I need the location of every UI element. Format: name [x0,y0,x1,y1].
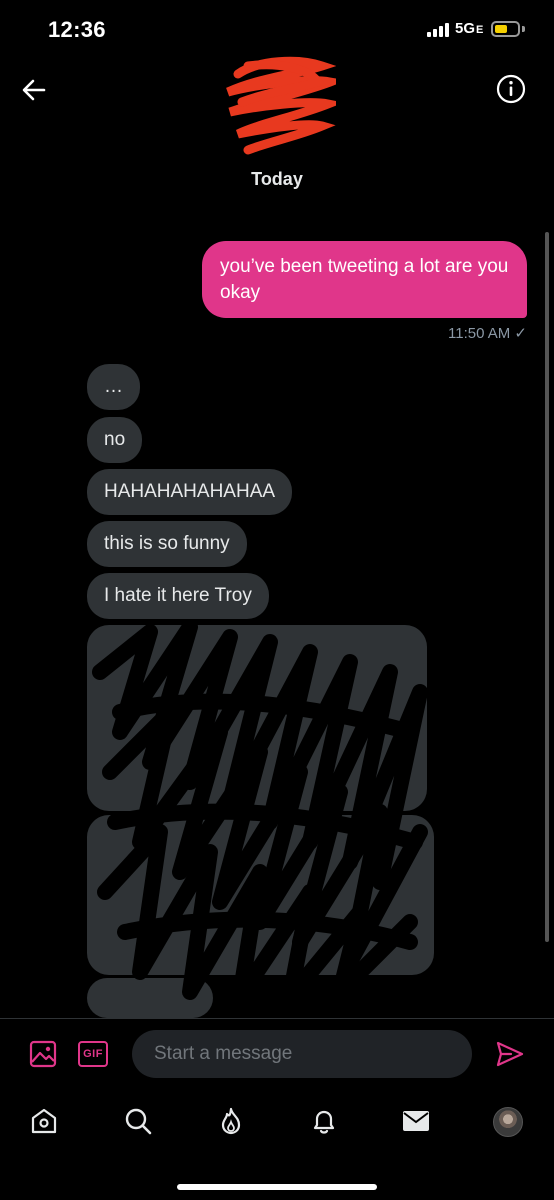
info-icon[interactable] [496,74,526,104]
home-icon[interactable] [29,1106,59,1136]
envelope-icon[interactable] [401,1106,431,1136]
message-input[interactable] [132,1030,472,1078]
arrow-left-icon[interactable] [20,76,48,104]
incoming-message[interactable]: … [87,364,140,410]
outgoing-message[interactable]: you’ve been tweeting a lot are you okay [202,241,527,318]
redaction-scribble [92,619,428,1005]
battery-icon [491,21,520,37]
home-indicator [177,1184,377,1190]
incoming-message[interactable]: no [87,417,143,463]
bell-icon[interactable] [309,1106,339,1136]
network-indicator: 5GE [455,20,484,37]
signal-icon [427,23,449,37]
scrollbar[interactable] [545,232,549,942]
status-bar: 12:36 5GE [0,0,554,60]
date-label: Today [251,169,303,189]
image-icon[interactable] [29,1040,57,1068]
message-timestamp: 11:50 AM ✓ [448,325,527,342]
search-icon[interactable] [123,1106,153,1136]
send-icon[interactable] [495,1039,525,1069]
incoming-message[interactable]: HAHAHAHAHAHAA [87,469,293,515]
profile-avatar[interactable] [493,1107,523,1137]
gif-icon[interactable]: GIF [78,1041,108,1067]
flame-icon[interactable] [216,1106,246,1136]
battery-tip [522,26,525,32]
status-time: 12:36 [48,17,106,42]
redacted-contact-avatar[interactable] [218,52,336,156]
incoming-message[interactable]: this is so funny [87,521,247,567]
